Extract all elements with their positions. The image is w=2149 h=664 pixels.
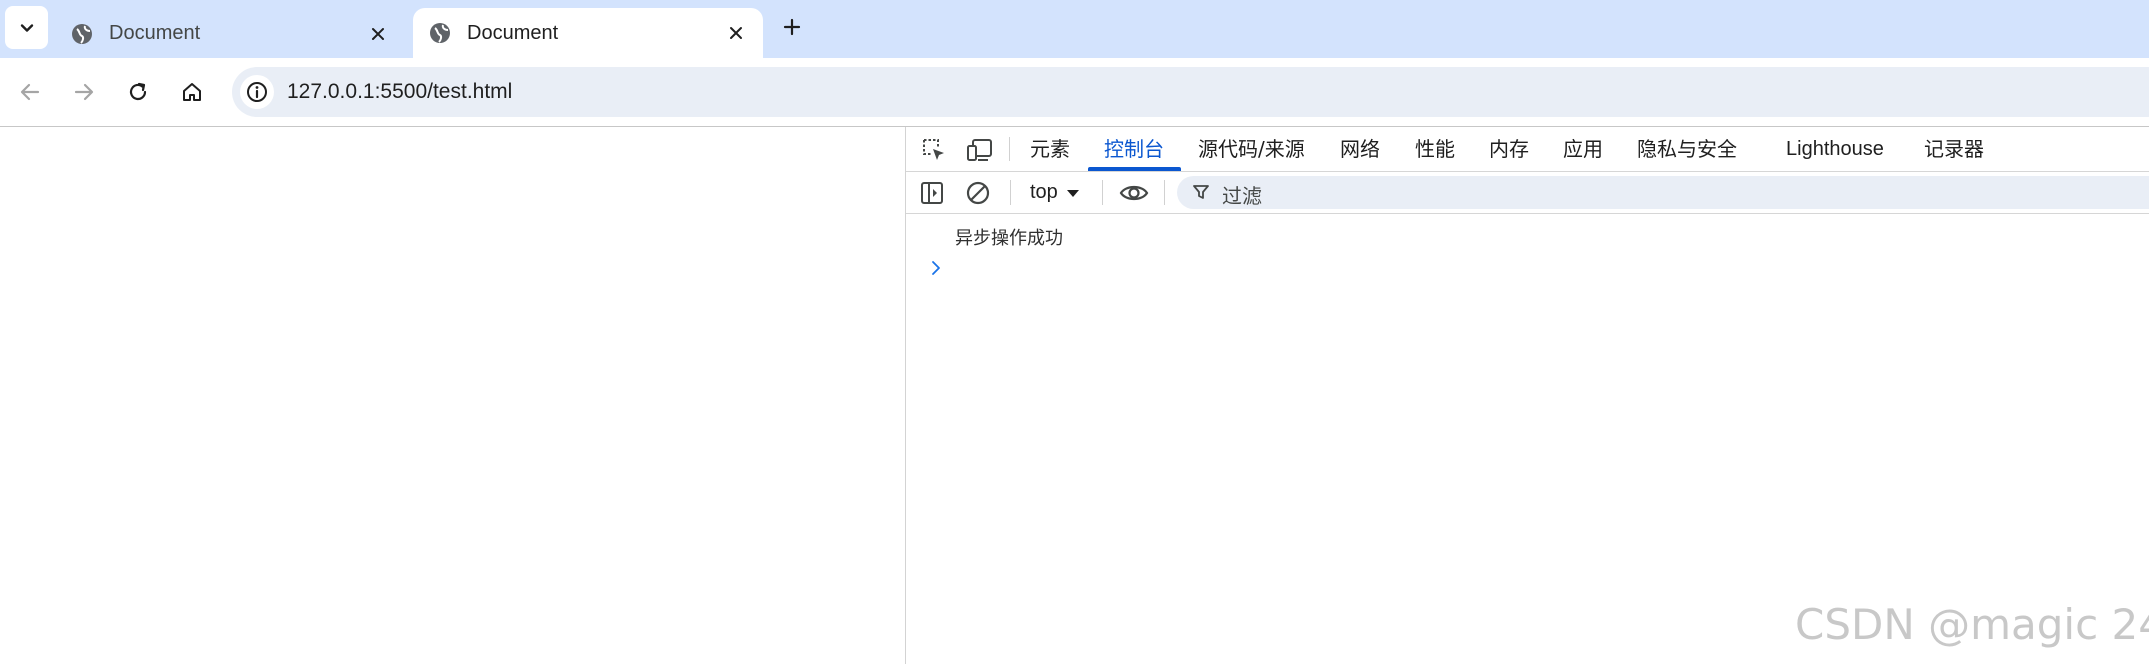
close-tab-button[interactable] [721,18,751,48]
toolbar-separator [1102,180,1103,205]
toolbar-separator [1009,137,1010,161]
devtools-panel: 元素 控制台 源代码/来源 网络 性能 内存 应用 隐私与安全 Lighthou… [905,127,2149,664]
close-tab-button[interactable] [363,19,393,49]
new-tab-button[interactable] [775,10,809,44]
tab-search-button[interactable] [5,6,48,49]
active-tab-indicator [1088,167,1181,171]
console-filter-input[interactable]: 过滤 [1177,176,2149,209]
live-expression-button[interactable] [1118,177,1150,209]
console-prompt[interactable] [928,258,944,278]
home-icon [183,83,201,101]
browser-toolbar: 127.0.0.1:5500/test.html [0,58,2149,126]
sidebar-toggle-icon [921,182,943,204]
close-icon [372,27,384,40]
clear-console-icon [966,181,990,205]
forward-button[interactable] [67,75,101,109]
inspect-element-button[interactable] [918,134,950,166]
context-label: top [1030,181,1058,203]
toolbar-separator [1164,180,1165,205]
tab-performance[interactable]: 性能 [1415,127,1455,171]
devtools-tab-bar: 元素 控制台 源代码/来源 网络 性能 内存 应用 隐私与安全 Lighthou… [906,127,2149,172]
console-message: 异步操作成功 [955,228,1063,249]
back-button[interactable] [13,75,47,109]
reload-button[interactable] [121,75,155,109]
tab-elements[interactable]: 元素 [1030,127,1070,171]
watermark: CSDN @magic 245 [1795,600,2149,649]
clear-console-button[interactable] [962,177,994,209]
device-toolbar-icon [967,139,992,161]
tab-title: Document [467,21,559,44]
back-arrow-icon [20,83,40,101]
prompt-chevron-icon [932,261,940,275]
tab-sources[interactable]: 源代码/来源 [1198,127,1305,171]
chevron-down-icon [20,23,33,32]
filter-placeholder: 过滤 [1222,184,1262,208]
address-bar[interactable]: 127.0.0.1:5500/test.html [232,67,2149,117]
tab-title: Document [109,22,201,44]
globe-icon [428,21,452,45]
dropdown-arrow-icon [1066,189,1079,197]
tab-network[interactable]: 网络 [1340,127,1380,171]
tab-console[interactable]: 控制台 [1104,127,1164,171]
console-sidebar-button[interactable] [916,177,948,209]
close-icon [730,27,742,39]
browser-tab-active[interactable]: Document [413,8,763,58]
tab-application[interactable]: 应用 [1563,127,1603,171]
device-toolbar-button[interactable] [964,134,996,166]
tab-recorder[interactable]: 记录器 [1924,127,1984,171]
tab-privacy-security[interactable]: 隐私与安全 [1637,127,1737,171]
toolbar-separator [1010,180,1011,205]
eye-icon [1119,185,1149,201]
home-button[interactable] [175,75,209,109]
info-icon [247,82,267,102]
context-selector[interactable]: top [1030,172,1080,213]
tab-memory[interactable]: 内存 [1489,127,1529,171]
console-toolbar: top 过滤 [906,172,2149,214]
page-viewport[interactable] [0,127,905,664]
globe-icon [70,22,94,46]
plus-icon [783,18,801,36]
url-text[interactable]: 127.0.0.1:5500/test.html [287,80,512,104]
forward-arrow-icon [74,83,94,101]
filter-icon [1193,185,1209,199]
inspect-element-icon [923,139,944,160]
site-info-button[interactable] [240,75,274,109]
tab-strip: Document Document [0,0,2149,58]
tab-lighthouse[interactable]: Lighthouse [1786,127,1884,171]
browser-tab[interactable]: Document [55,9,405,58]
reload-icon [129,82,147,101]
